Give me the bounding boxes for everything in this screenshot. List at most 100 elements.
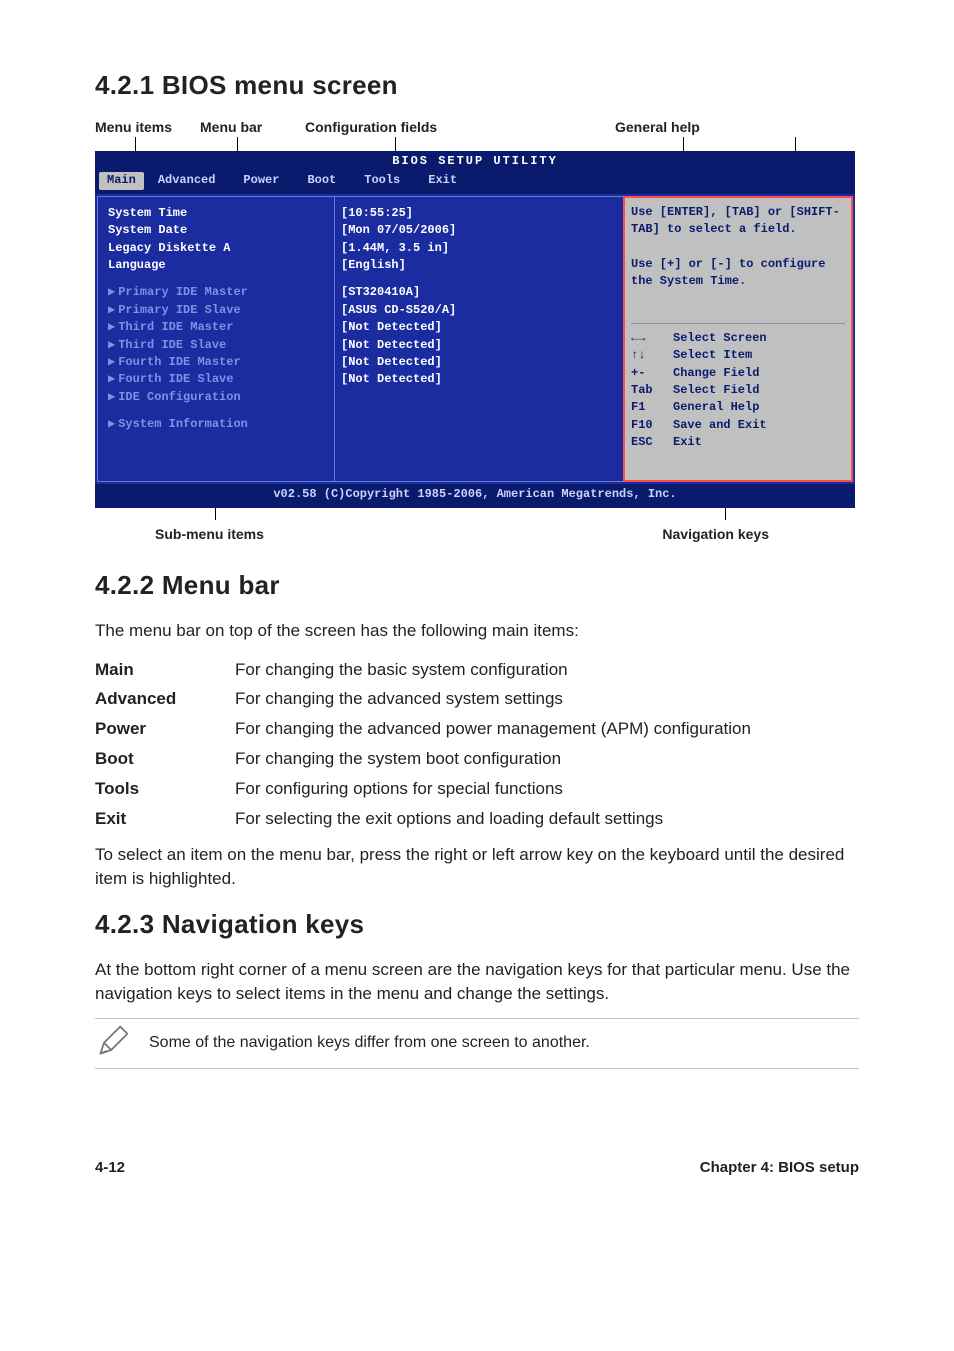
nav-key-label: Exit — [673, 434, 702, 451]
nav-key-label: Save and Exit — [673, 417, 767, 434]
nav-key-tab: Tab — [631, 382, 673, 399]
def-val: For changing the system boot configurati… — [235, 744, 751, 774]
triangle-icon: ▶ — [108, 338, 115, 352]
def-val: For changing the advanced system setting… — [235, 684, 751, 714]
bios-left-panel: System Time System Date Legacy Diskette … — [97, 196, 335, 483]
table-row: ToolsFor configuring options for special… — [95, 774, 751, 804]
def-key: Boot — [95, 744, 235, 774]
bios-item-language[interactable]: Language — [108, 257, 328, 274]
def-key: Advanced — [95, 684, 235, 714]
def-val: For configuring options for special func… — [235, 774, 751, 804]
bios-sub-ide-config[interactable]: ▶IDE Configuration — [108, 389, 328, 406]
annotation-row-top: Menu items Menu bar Configuration fields… — [95, 119, 859, 135]
bios-val-diskette[interactable]: [1.44M, 3.5 in] — [341, 240, 617, 257]
def-val: For selecting the exit options and loadi… — [235, 804, 751, 834]
nav-key-label: Change Field — [673, 365, 759, 382]
section-423-body: At the bottom right corner of a menu scr… — [95, 958, 859, 1006]
bios-help-panel: Use [ENTER], [TAB] or [SHIFT-TAB] to sel… — [623, 196, 853, 483]
bios-item-system-time[interactable]: System Time — [108, 205, 328, 222]
bios-val-fourth-slave: [Not Detected] — [341, 371, 617, 388]
nav-key-esc: ESC — [631, 434, 673, 451]
section-422-intro: The menu bar on top of the screen has th… — [95, 619, 859, 643]
nav-key-arrows-lr: ←→ — [631, 330, 673, 347]
table-row: MainFor changing the basic system config… — [95, 655, 751, 685]
nav-key-arrows-ud: ↑↓ — [631, 347, 673, 364]
nav-key-label: General Help — [673, 399, 759, 416]
bios-val-primary-master: [ST320410A] — [341, 284, 617, 301]
bios-sub-sysinfo[interactable]: ▶System Information — [108, 416, 328, 433]
anno-nav-keys: Navigation keys — [662, 526, 859, 542]
triangle-icon: ▶ — [108, 355, 115, 369]
def-key: Main — [95, 655, 235, 685]
def-val: For changing the advanced power manageme… — [235, 714, 751, 744]
bios-help-text: Use [ENTER], [TAB] or [SHIFT-TAB] to sel… — [631, 204, 845, 291]
anno-general-help: General help — [555, 119, 859, 135]
def-key: Power — [95, 714, 235, 744]
annotation-connector-lines-bottom — [95, 508, 859, 520]
bios-title: BIOS SETUP UTILITY — [95, 151, 855, 172]
bios-sub-primary-slave[interactable]: ▶Primary IDE Slave — [108, 302, 328, 319]
bios-val-third-master: [Not Detected] — [341, 319, 617, 336]
anno-sub-menu-items: Sub-menu items — [95, 526, 264, 542]
def-val: For changing the basic system configurat… — [235, 655, 751, 685]
bios-item-system-date[interactable]: System Date — [108, 222, 328, 239]
pencil-icon — [95, 1023, 131, 1064]
annotation-row-bottom: Sub-menu items Navigation keys — [95, 526, 859, 542]
bios-config-fields: [10:55:25] [Mon 07/05/2006] [1.44M, 3.5 … — [335, 196, 623, 483]
note-text: Some of the navigation keys differ from … — [149, 1034, 590, 1052]
triangle-icon: ▶ — [108, 320, 115, 334]
note-block: Some of the navigation keys differ from … — [95, 1018, 859, 1069]
bios-tab-tools[interactable]: Tools — [350, 172, 414, 189]
table-row: PowerFor changing the advanced power man… — [95, 714, 751, 744]
annotation-connector-lines — [95, 137, 859, 151]
bios-val-date[interactable]: [Mon 07/05/2006] — [341, 222, 617, 239]
footer-chapter: Chapter 4: BIOS setup — [700, 1159, 859, 1176]
triangle-icon: ▶ — [108, 417, 115, 431]
anno-menu-items: Menu items — [95, 119, 200, 135]
bios-val-third-slave: [Not Detected] — [341, 337, 617, 354]
nav-key-plusminus: +- — [631, 365, 673, 382]
nav-key-label: Select Field — [673, 382, 759, 399]
page-footer: 4-12 Chapter 4: BIOS setup — [95, 1159, 859, 1176]
bios-tab-exit[interactable]: Exit — [414, 172, 471, 189]
bios-nav-keys: ←→Select Screen ↑↓Select Item +-Change F… — [631, 330, 845, 452]
anno-config-fields: Configuration fields — [305, 119, 555, 135]
table-row: AdvancedFor changing the advanced system… — [95, 684, 751, 714]
bios-val-fourth-master: [Not Detected] — [341, 354, 617, 371]
divider — [631, 323, 845, 324]
bios-tab-advanced[interactable]: Advanced — [144, 172, 230, 189]
bios-sub-third-master[interactable]: ▶Third IDE Master — [108, 319, 328, 336]
def-key: Tools — [95, 774, 235, 804]
bios-sub-fourth-slave[interactable]: ▶Fourth IDE Slave — [108, 371, 328, 388]
footer-page-number: 4-12 — [95, 1159, 125, 1176]
section-422-outro: To select an item on the menu bar, press… — [95, 843, 859, 891]
bios-footer: v02.58 (C)Copyright 1985-2006, American … — [95, 484, 855, 507]
bios-tab-boot[interactable]: Boot — [293, 172, 350, 189]
triangle-icon: ▶ — [108, 390, 115, 404]
bios-val-language[interactable]: [English] — [341, 257, 617, 274]
bios-sub-third-slave[interactable]: ▶Third IDE Slave — [108, 337, 328, 354]
section-heading-421: 4.2.1 BIOS menu screen — [95, 70, 859, 101]
bios-sub-primary-master[interactable]: ▶Primary IDE Master — [108, 284, 328, 301]
bios-screen: BIOS SETUP UTILITY Main Advanced Power B… — [95, 151, 855, 508]
section-heading-422: 4.2.2 Menu bar — [95, 570, 859, 601]
bios-val-time[interactable]: [10:55:25] — [341, 205, 617, 222]
nav-key-label: Select Item — [673, 347, 752, 364]
menu-definitions-table: MainFor changing the basic system config… — [95, 655, 751, 834]
section-heading-423: 4.2.3 Navigation keys — [95, 909, 859, 940]
def-key: Exit — [95, 804, 235, 834]
nav-key-label: Select Screen — [673, 330, 767, 347]
triangle-icon: ▶ — [108, 303, 115, 317]
table-row: BootFor changing the system boot configu… — [95, 744, 751, 774]
bios-tab-power[interactable]: Power — [229, 172, 293, 189]
nav-key-f1: F1 — [631, 399, 673, 416]
triangle-icon: ▶ — [108, 285, 115, 299]
bios-item-legacy-diskette[interactable]: Legacy Diskette A — [108, 240, 328, 257]
table-row: ExitFor selecting the exit options and l… — [95, 804, 751, 834]
bios-sub-fourth-master[interactable]: ▶Fourth IDE Master — [108, 354, 328, 371]
bios-val-primary-slave: [ASUS CD-S520/A] — [341, 302, 617, 319]
anno-menu-bar: Menu bar — [200, 119, 305, 135]
triangle-icon: ▶ — [108, 372, 115, 386]
bios-tab-main[interactable]: Main — [99, 172, 144, 189]
bios-menubar[interactable]: Main Advanced Power Boot Tools Exit — [95, 172, 855, 193]
